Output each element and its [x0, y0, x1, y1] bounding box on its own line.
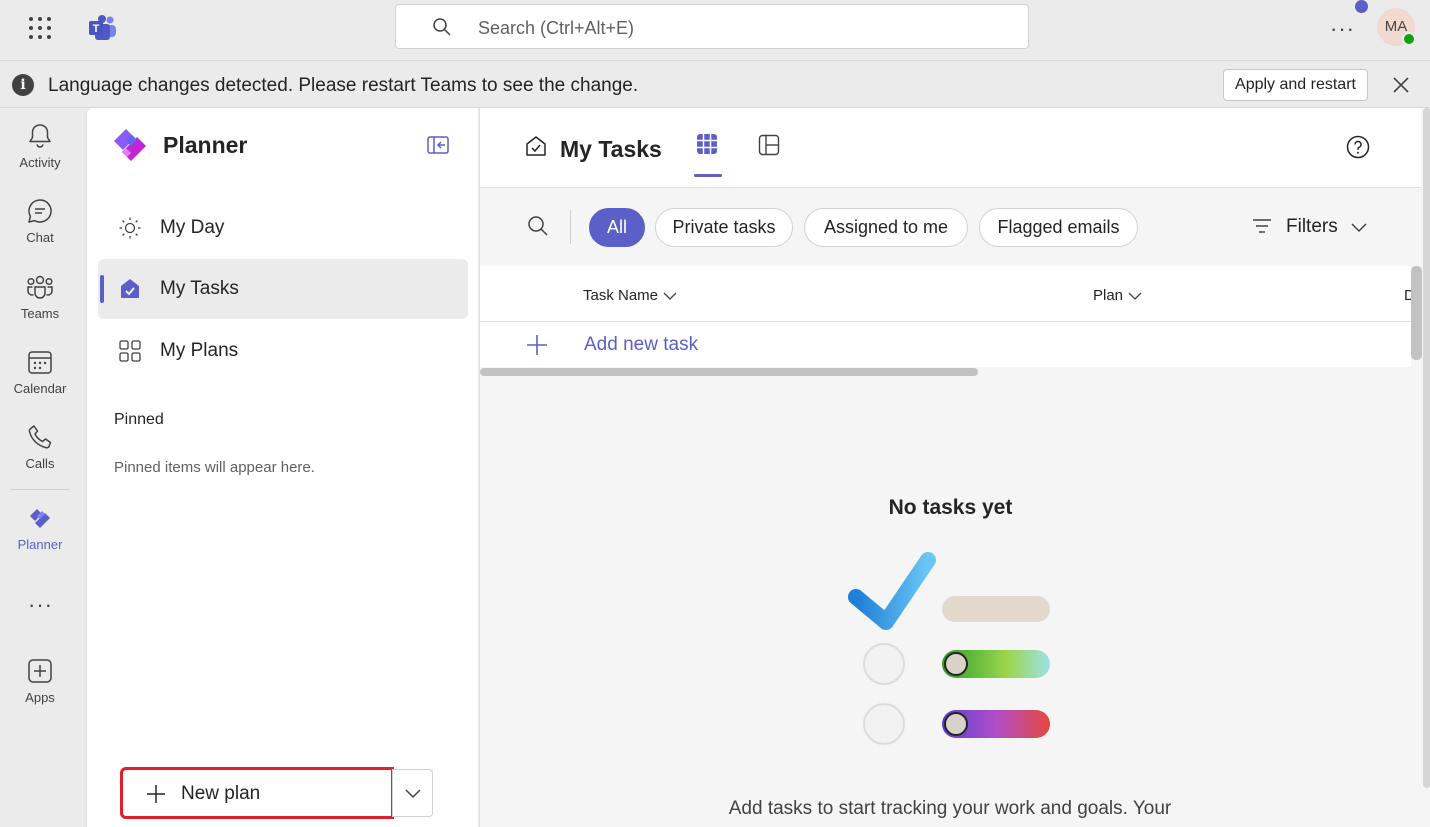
phone-icon: [28, 425, 52, 449]
new-plan-label: New plan: [181, 783, 261, 804]
nav-label-my-tasks: My Tasks: [160, 278, 239, 299]
rail-label-apps: Apps: [25, 690, 55, 705]
rail-item-calendar[interactable]: Calendar: [0, 348, 80, 396]
search-box[interactable]: Search (Ctrl+Alt+E): [395, 4, 1029, 49]
chevron-down-icon: [1128, 292, 1142, 300]
chevron-down-icon: [1351, 223, 1367, 233]
chip-flagged-emails[interactable]: Flagged emails: [979, 208, 1138, 247]
pinned-empty-text: Pinned items will appear here.: [114, 459, 315, 476]
title-bar: T Search (Ctrl+Alt+E) ··· MA: [0, 0, 1430, 60]
add-new-task-row[interactable]: Add new task: [480, 322, 1411, 367]
nav-item-my-day[interactable]: My Day: [98, 198, 468, 258]
add-square-icon: [28, 659, 52, 683]
tab-underline: [694, 174, 722, 177]
search-icon: [433, 18, 451, 36]
more-options-icon[interactable]: ···: [1330, 16, 1355, 42]
add-new-task-label: Add new task: [584, 334, 699, 355]
language-change-banner: i Language changes detected. Please rest…: [0, 60, 1430, 108]
empty-state-description: Add tasks to start tracking your work an…: [728, 798, 1172, 819]
main-content: My Tasks All Private tasks Assigned to m…: [479, 108, 1430, 827]
search-icon[interactable]: [527, 215, 549, 237]
rail-item-apps[interactable]: Apps: [0, 657, 80, 705]
rail-label-activity: Activity: [19, 155, 61, 170]
separator: [570, 210, 571, 244]
rail-item-planner[interactable]: Planner: [0, 504, 80, 552]
chip-all[interactable]: All: [589, 208, 645, 247]
chip-private-tasks[interactable]: Private tasks: [655, 208, 793, 247]
planner-icon: [30, 509, 50, 528]
info-icon: i: [12, 74, 34, 96]
rail-label-planner: Planner: [17, 537, 63, 552]
teams-logo-icon: T: [89, 15, 116, 40]
page-scrollbar[interactable]: [1423, 108, 1430, 788]
rail-label-chat: Chat: [26, 230, 54, 245]
planner-title: Planner: [163, 132, 248, 158]
grid-view-tab[interactable]: [694, 133, 722, 178]
plus-icon: [527, 335, 547, 355]
rail-item-teams[interactable]: Teams: [0, 273, 80, 321]
rail-divider: [10, 489, 70, 490]
column-plan-label: Plan: [1093, 287, 1124, 304]
collapse-sidebar-icon[interactable]: [427, 135, 449, 155]
chat-icon: [28, 199, 52, 223]
nav-item-my-plans[interactable]: My Plans: [98, 321, 468, 381]
active-indicator: [100, 275, 104, 303]
teams-icon: [27, 275, 53, 299]
help-icon[interactable]: [1346, 135, 1370, 159]
bell-icon: [29, 124, 51, 148]
pinned-heading: Pinned: [114, 411, 164, 428]
main-header: My Tasks: [480, 108, 1421, 188]
plus-icon: [147, 785, 165, 803]
calendar-icon: [28, 351, 52, 374]
task-check-icon: [121, 279, 139, 298]
my-tasks-icon: [526, 136, 546, 156]
notification-dot: [1355, 0, 1368, 13]
chip-assigned-to-me[interactable]: Assigned to me: [804, 208, 968, 247]
rail-item-chat[interactable]: Chat: [0, 197, 80, 245]
chevron-down-icon: [663, 292, 677, 300]
tasks-illustration: [848, 552, 1050, 745]
presence-available-icon: [1402, 32, 1416, 46]
page-title: My Tasks: [560, 136, 662, 162]
svg-text:T: T: [93, 23, 100, 35]
filter-bar: All Private tasks Assigned to me Flagged…: [480, 188, 1421, 266]
horizontal-scrollbar[interactable]: [480, 368, 978, 376]
nav-label-my-plans: My Plans: [160, 340, 239, 361]
column-plan[interactable]: Plan: [1093, 287, 1142, 304]
nav-label-my-day: My Day: [160, 217, 225, 238]
rail-item-activity[interactable]: Activity: [0, 122, 80, 170]
sun-icon: [119, 217, 141, 239]
rail-item-calls[interactable]: Calls: [0, 423, 80, 471]
filter-icon: [1253, 219, 1271, 233]
new-plan-button[interactable]: New plan: [120, 767, 394, 819]
rail-label-calls: Calls: [25, 456, 55, 471]
rail-label-calendar: Calendar: [13, 381, 67, 396]
chevron-down-icon: [405, 789, 421, 799]
new-plan-dropdown-button[interactable]: [392, 769, 433, 817]
board-view-icon[interactable]: [758, 134, 780, 156]
planner-logo-icon: [114, 129, 146, 161]
column-task-name-label: Task Name: [583, 287, 659, 304]
filters-label: Filters: [1286, 216, 1338, 237]
app-rail: Activity Chat Teams Calendar Calls Plann…: [0, 108, 86, 827]
banner-message: Language changes detected. Please restar…: [48, 75, 639, 96]
planner-sidebar: Planner My Day My Tasks My Plans Pinned …: [86, 108, 478, 827]
grid-view-icon: [697, 134, 717, 154]
task-table-header: Task Name Plan D: [480, 266, 1412, 322]
table-vertical-scrollbar[interactable]: [1411, 266, 1422, 360]
close-icon[interactable]: [1391, 75, 1411, 95]
empty-state-title: No tasks yet: [888, 496, 1013, 519]
rail-label-teams: Teams: [20, 306, 60, 321]
app-launcher-icon[interactable]: [28, 16, 52, 40]
grid-icon: [119, 340, 141, 362]
nav-item-my-tasks[interactable]: My Tasks: [98, 259, 468, 319]
more-apps-icon[interactable]: ···: [28, 592, 53, 618]
apply-and-restart-button[interactable]: Apply and restart: [1223, 69, 1368, 101]
search-placeholder: Search (Ctrl+Alt+E): [478, 18, 635, 38]
column-task-name[interactable]: Task Name: [583, 287, 677, 304]
